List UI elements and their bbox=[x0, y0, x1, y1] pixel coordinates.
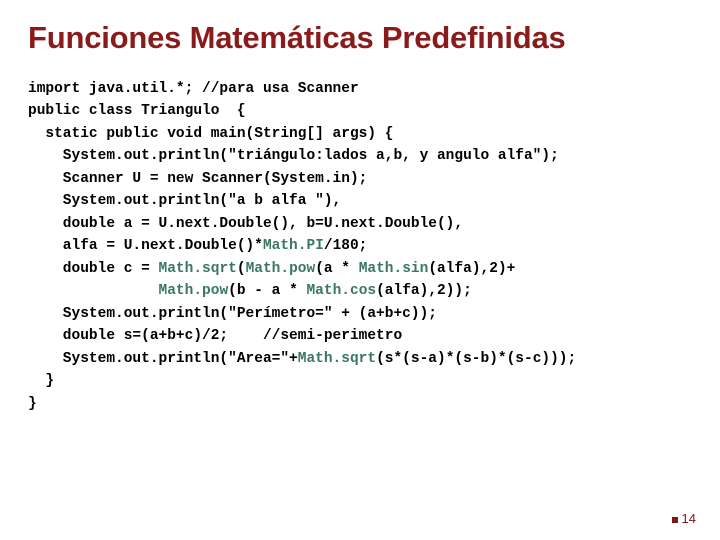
code-highlight: Math.sin bbox=[359, 261, 429, 277]
code-highlight: Math.PI bbox=[263, 238, 324, 254]
code-line: System.out.println("a b alfa "), bbox=[28, 193, 341, 209]
code-line: System.out.println("triángulo:lados a,b,… bbox=[28, 148, 559, 164]
code-line: alfa = U.next.Double()* bbox=[28, 238, 263, 254]
code-line: System.out.println("Perímetro=" + (a+b+c… bbox=[28, 306, 437, 322]
code-block: import java.util.*; //para usa Scanner p… bbox=[28, 78, 692, 415]
code-highlight: Math.cos bbox=[306, 283, 376, 299]
code-line: Scanner U = new Scanner(System.in); bbox=[28, 171, 367, 187]
code-line: } bbox=[28, 396, 37, 412]
code-line bbox=[28, 283, 159, 299]
code-line: System.out.println("Area="+ bbox=[28, 351, 298, 367]
code-line: static public void main(String[] args) { bbox=[28, 126, 393, 142]
code-line: (alfa),2)); bbox=[376, 283, 472, 299]
code-highlight: Math.pow bbox=[246, 261, 316, 277]
code-line: (b - a * bbox=[228, 283, 306, 299]
code-line: public class Triangulo { bbox=[28, 103, 246, 119]
slide-title: Funciones Matemáticas Predefinidas bbox=[28, 20, 692, 56]
code-highlight: Math.sqrt bbox=[159, 261, 237, 277]
code-line: ( bbox=[237, 261, 246, 277]
code-line: (s*(s-a)*(s-b)*(s-c))); bbox=[376, 351, 576, 367]
code-line: import java.util.*; //para usa Scanner bbox=[28, 81, 359, 97]
code-line: double s=(a+b+c)/2; //semi-perimetro bbox=[28, 328, 402, 344]
page-footer: 14 bbox=[672, 511, 696, 526]
code-line: } bbox=[28, 373, 54, 389]
slide-content: Funciones Matemáticas Predefinidas impor… bbox=[0, 0, 720, 415]
code-highlight: Math.pow bbox=[159, 283, 229, 299]
bullet-icon bbox=[672, 517, 678, 523]
code-line: (alfa),2)+ bbox=[428, 261, 515, 277]
code-line: double c = bbox=[28, 261, 159, 277]
code-line: (a * bbox=[315, 261, 359, 277]
code-highlight: Math.sqrt bbox=[298, 351, 376, 367]
code-line: /180; bbox=[324, 238, 368, 254]
page-number: 14 bbox=[682, 511, 696, 526]
code-line: double a = U.next.Double(), b=U.next.Dou… bbox=[28, 216, 463, 232]
